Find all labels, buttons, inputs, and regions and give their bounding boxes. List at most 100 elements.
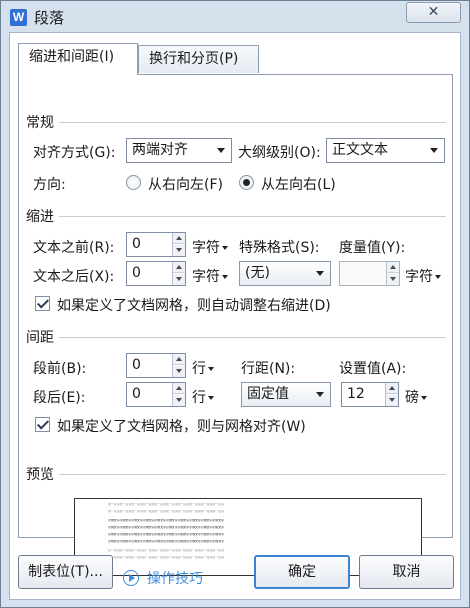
unit-label: 字符: [192, 269, 220, 285]
title-bar[interactable]: W 段落 ✕: [1, 1, 469, 33]
caret-down-icon: [208, 367, 214, 371]
direction-label: 方向:: [33, 177, 66, 193]
indent-before-spinner[interactable]: 0: [126, 232, 186, 257]
section-spacing-title: 间距: [26, 330, 54, 346]
unit-label: 字符: [192, 240, 220, 256]
tab-stops-button[interactable]: 制表位(T)...: [18, 555, 113, 589]
ltr-label[interactable]: 从左向右(L): [261, 174, 336, 194]
caret-down-icon: [222, 246, 228, 250]
line-spacing-dropdown[interactable]: 固定值: [241, 382, 331, 407]
spin-down-icon[interactable]: [173, 274, 185, 285]
spacing-before-unit-dropdown[interactable]: 行: [192, 358, 214, 378]
indent-before-label: 文本之前(R):: [33, 240, 115, 256]
chevron-down-icon: [217, 148, 225, 153]
line-spacing-value: 固定值: [247, 386, 289, 402]
dialog-title: 段落: [34, 9, 65, 27]
spinner-buttons[interactable]: [172, 233, 185, 256]
measure-unit-dropdown[interactable]: 字符: [405, 266, 441, 286]
preview-text-line: 前一段落前一段落前一段落前一段落前一段落前一段落前一段落前一段落前一段落前一段落: [108, 510, 225, 513]
indent-after-spinner[interactable]: 0: [126, 261, 186, 286]
line-spacing-label: 行距(N):: [241, 361, 296, 377]
chevron-down-icon: [316, 392, 324, 397]
section-divider: [59, 337, 446, 338]
spin-down-icon[interactable]: [387, 274, 399, 285]
section-divider: [59, 216, 446, 217]
chevron-down-icon: [316, 271, 324, 276]
spin-up-icon[interactable]: [173, 354, 185, 365]
spin-up-icon[interactable]: [173, 262, 185, 273]
preview-text-line: 示例文字示例文字示例文字示例文字示例文字示例文字示例文字示例文字示例文字示例文字: [108, 533, 225, 536]
preview-text-line: 示例文字示例文字示例文字示例文字示例文字示例文字示例文字示例文字示例文字示例文字: [108, 519, 225, 522]
chevron-down-icon: [430, 148, 438, 153]
section-indent-title: 缩进: [26, 209, 54, 225]
spin-up-icon[interactable]: [173, 233, 185, 244]
indent-before-value: 0: [132, 236, 141, 252]
spacing-before-spinner[interactable]: 0: [126, 353, 186, 378]
indent-grid-checkbox[interactable]: [35, 296, 50, 311]
indent-after-unit-dropdown[interactable]: 字符: [192, 266, 228, 286]
tab-indent-spacing[interactable]: 缩进和间距(I): [18, 43, 138, 75]
caret-down-icon: [208, 396, 214, 400]
spin-down-icon[interactable]: [173, 245, 185, 256]
ltr-radio[interactable]: [239, 175, 254, 190]
set-value-spinner[interactable]: 12: [341, 382, 399, 407]
spinner-buttons[interactable]: [386, 262, 399, 285]
spacing-before-label: 段前(B):: [33, 361, 87, 377]
unit-label: 磅: [405, 390, 419, 406]
preview-text-line: 前一段落前一段落前一段落前一段落前一段落前一段落前一段落前一段落前一段落前一段落: [108, 503, 225, 506]
caret-down-icon: [222, 275, 228, 279]
alignment-dropdown[interactable]: 两端对齐: [126, 138, 232, 163]
spin-down-icon[interactable]: [173, 395, 185, 406]
spacing-after-unit-dropdown[interactable]: 行: [192, 387, 214, 407]
spacing-after-value: 0: [132, 386, 141, 402]
indent-before-unit-dropdown[interactable]: 字符: [192, 237, 228, 257]
spin-up-icon[interactable]: [387, 262, 399, 273]
spin-down-icon[interactable]: [173, 366, 185, 377]
preview-text-line: 示例文字示例文字示例文字示例文字示例文字示例文字示例文字示例文字示例文字示例文字: [108, 540, 225, 543]
alignment-value: 两端对齐: [132, 142, 188, 158]
outline-level-label: 大纲级别(O):: [238, 145, 321, 161]
unit-label: 行: [192, 390, 206, 406]
spinner-buttons[interactable]: [172, 262, 185, 285]
rtl-label[interactable]: 从右向左(F): [148, 174, 223, 194]
special-format-dropdown[interactable]: (无): [239, 261, 331, 286]
indent-after-value: 0: [132, 265, 141, 281]
indent-after-label: 文本之后(X):: [33, 269, 115, 285]
spin-down-icon[interactable]: [386, 395, 398, 406]
spacing-before-value: 0: [132, 357, 141, 373]
section-general-title: 常规: [26, 115, 54, 131]
set-value-value: 12: [347, 386, 365, 402]
preview-text-line: 示例文字示例文字示例文字示例文字示例文字示例文字示例文字示例文字示例文字示例文字: [108, 526, 225, 529]
spacing-grid-checkbox[interactable]: [35, 417, 50, 432]
section-preview-title: 预览: [26, 467, 54, 483]
spacing-after-spinner[interactable]: 0: [126, 382, 186, 407]
tab-label: 换行和分页(P): [149, 51, 239, 67]
paragraph-dialog: W 段落 ✕ 缩进和间距(I) 换行和分页(P) 常规 对齐方式(G): 两端对…: [0, 0, 470, 608]
ok-button[interactable]: 确定: [254, 555, 350, 589]
tab-label: 缩进和间距(I): [29, 49, 115, 65]
tips-link[interactable]: 操作技巧: [147, 568, 203, 588]
set-value-unit-dropdown[interactable]: 磅: [405, 387, 427, 407]
unit-label: 行: [192, 361, 206, 377]
outline-level-dropdown[interactable]: 正文文本: [326, 138, 445, 163]
spinner-buttons[interactable]: [172, 354, 185, 377]
spin-up-icon[interactable]: [386, 383, 398, 394]
close-button[interactable]: ✕: [406, 2, 461, 23]
spin-up-icon[interactable]: [173, 383, 185, 394]
play-icon[interactable]: [123, 570, 139, 586]
spacing-after-label: 段后(E):: [33, 390, 86, 406]
rtl-radio[interactable]: [126, 175, 141, 190]
spinner-buttons[interactable]: [385, 383, 398, 406]
spacing-grid-label[interactable]: 如果定义了文档网格，则与网格对齐(W): [57, 416, 306, 436]
section-divider: [59, 474, 446, 475]
measure-spinner[interactable]: [339, 261, 400, 286]
unit-label: 字符: [405, 269, 433, 285]
ok-label: 确定: [288, 564, 316, 580]
section-divider: [59, 122, 446, 123]
set-value-label: 设置值(A):: [339, 361, 407, 377]
spinner-buttons[interactable]: [172, 383, 185, 406]
cancel-button[interactable]: 取消: [359, 555, 454, 589]
tab-line-page-breaks[interactable]: 换行和分页(P): [138, 45, 259, 73]
outline-level-value: 正文文本: [332, 142, 388, 158]
indent-grid-label[interactable]: 如果定义了文档网格，则自动调整右缩进(D): [57, 295, 331, 315]
